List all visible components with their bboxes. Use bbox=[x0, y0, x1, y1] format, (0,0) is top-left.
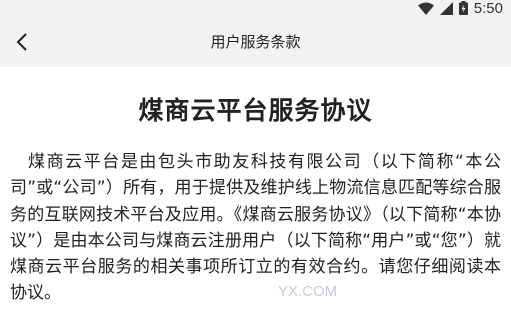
battery-icon bbox=[458, 0, 468, 19]
status-time: 5:50 bbox=[473, 0, 503, 17]
cellular-signal-icon bbox=[439, 0, 453, 19]
app-bar: 用户服务条款 bbox=[0, 18, 511, 67]
wifi-icon bbox=[417, 0, 434, 19]
document-content[interactable]: 煤商云平台服务协议 煤商云平台是由包头市助友科技有限公司（以下简称“本公司”或“… bbox=[0, 67, 511, 319]
status-icons: 5:50 bbox=[417, 0, 503, 19]
page-title: 用户服务条款 bbox=[210, 33, 301, 51]
status-bar: 5:50 bbox=[0, 0, 511, 18]
document-title: 煤商云平台服务协议 bbox=[138, 96, 373, 125]
screen: 5:50 用户服务条款 煤商云平台服务协议 煤商云平台是由包头市助友科技有限公司… bbox=[0, 0, 511, 319]
document-body: 煤商云平台是由包头市助友科技有限公司（以下简称“本公司”或“公司”）所有，用于提… bbox=[10, 152, 501, 304]
back-button[interactable] bbox=[8, 28, 36, 56]
chevron-left-icon bbox=[16, 33, 27, 51]
watermark: YX.COM bbox=[278, 283, 338, 300]
